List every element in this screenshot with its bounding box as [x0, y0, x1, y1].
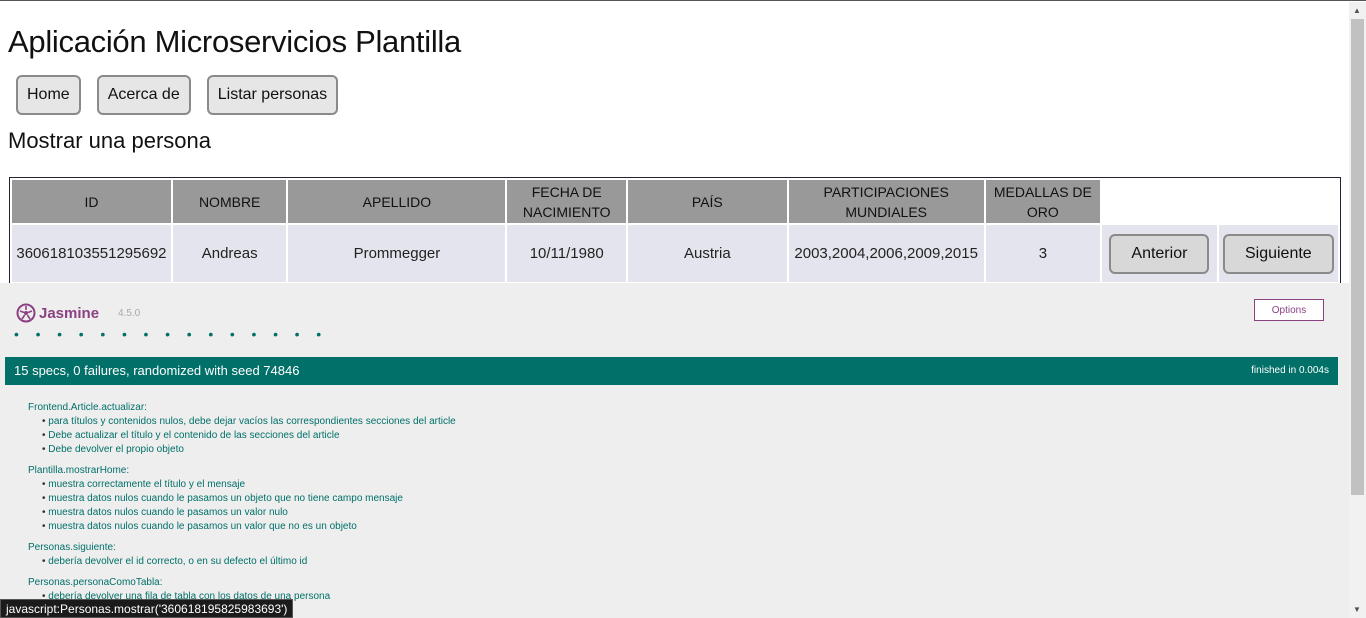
home-button[interactable]: Home — [16, 75, 81, 115]
header-empty — [1102, 180, 1217, 223]
section-title: Mostrar una persona — [8, 128, 211, 153]
table-row: 360618103551295692 Andreas Prommegger 10… — [12, 225, 1338, 282]
suite-list: Frontend.Article.actualizar: para título… — [28, 401, 456, 611]
cell-prev: Anterior — [1102, 225, 1217, 282]
header-birthdate: FECHA DE NACIMIENTO — [507, 180, 626, 223]
link-status-bar: javascript:Personas.mostrar('36061819582… — [0, 599, 294, 618]
scroll-up-icon[interactable]: ▲ — [1353, 6, 1361, 15]
jasmine-flower-icon — [16, 303, 36, 323]
app-title: Aplicación Microservicios Plantilla — [8, 24, 461, 59]
suite-title[interactable]: Plantilla.mostrarHome: — [28, 464, 456, 478]
nav-bar: Home Acerca de Listar personas — [16, 75, 339, 115]
results-summary[interactable]: 15 specs, 0 failures, randomized with se… — [14, 363, 299, 378]
scroll-down-icon[interactable]: ▼ — [1353, 605, 1361, 614]
header-surname: APELLIDO — [288, 180, 506, 223]
suite-title[interactable]: Personas.personaComoTabla: — [28, 576, 456, 590]
suite-title[interactable]: Personas.siguiente: — [28, 541, 456, 555]
spec-item[interactable]: debería devolver el id correcto, o en su… — [28, 555, 456, 569]
page: Aplicación Microservicios Plantilla Home… — [0, 2, 1349, 618]
table-header-row: ID NOMBRE APELLIDO FECHA DE NACIMIENTO P… — [12, 180, 1338, 223]
header-country: PAÍS — [627, 180, 787, 223]
spec-item[interactable]: para títulos y contenidos nulos, debe de… — [28, 415, 455, 429]
suite: Plantilla.mostrarHome: muestra correctam… — [28, 464, 456, 534]
cell-country: Austria — [627, 225, 787, 282]
header-name: NOMBRE — [172, 180, 287, 223]
cell-gold-medals: 3 — [985, 225, 1101, 282]
spec-item[interactable]: muestra datos nulos cuando le pasamos un… — [28, 520, 456, 534]
about-button[interactable]: Acerca de — [96, 75, 191, 115]
options-button[interactable]: Options — [1254, 299, 1324, 321]
person-table: ID NOMBRE APELLIDO FECHA DE NACIMIENTO P… — [9, 177, 1341, 285]
spec-item[interactable]: muestra correctamente el título y el men… — [28, 478, 456, 492]
spec-item[interactable]: Debe actualizar el título y el contenido… — [28, 429, 456, 443]
next-button[interactable]: Siguiente — [1222, 233, 1334, 274]
spec-item[interactable]: muestra datos nulos cuando le pasamos un… — [28, 506, 456, 520]
jasmine-logo: Jasmine — [16, 303, 99, 323]
header-participations: PARTICIPACIONES MUNDIALES — [788, 180, 984, 223]
list-people-button[interactable]: Listar personas — [206, 75, 339, 115]
suite: Frontend.Article.actualizar: para título… — [28, 401, 456, 457]
cell-surname: Prommegger — [288, 225, 506, 282]
previous-button[interactable]: Anterior — [1109, 233, 1210, 274]
scrollbar-thumb[interactable] — [1351, 19, 1364, 495]
cell-birthdate: 10/11/1980 — [507, 225, 626, 282]
jasmine-reporter: Jasmine 4.5.0 Options • • • • • • • • • … — [0, 283, 1349, 618]
cell-participations: 2003,2004,2006,2009,2015 — [788, 225, 984, 282]
results-bar: 15 specs, 0 failures, randomized with se… — [5, 357, 1338, 385]
cell-name: Andreas — [172, 225, 287, 282]
spec-item[interactable]: muestra datos nulos cuando le pasamos un… — [28, 492, 456, 506]
jasmine-version: 4.5.0 — [118, 308, 141, 319]
spec-item[interactable]: Debe devolver el propio objeto — [28, 443, 456, 457]
suite: Personas.siguiente: debería devolver el … — [28, 541, 456, 569]
suite-title[interactable]: Frontend.Article.actualizar: — [28, 401, 456, 415]
cell-next: Siguiente — [1218, 225, 1338, 282]
spec-dots: • • • • • • • • • • • • • • • — [14, 326, 328, 342]
vertical-scrollbar[interactable]: ▲ ▼ — [1349, 2, 1366, 618]
jasmine-brand: Jasmine — [39, 304, 100, 322]
cell-id: 360618103551295692 — [12, 225, 171, 282]
header-gold-medals: MEDALLAS DE ORO — [985, 180, 1101, 223]
header-id: ID — [12, 180, 171, 223]
results-duration: finished in 0.004s — [1251, 365, 1329, 376]
header-empty — [1218, 180, 1338, 223]
